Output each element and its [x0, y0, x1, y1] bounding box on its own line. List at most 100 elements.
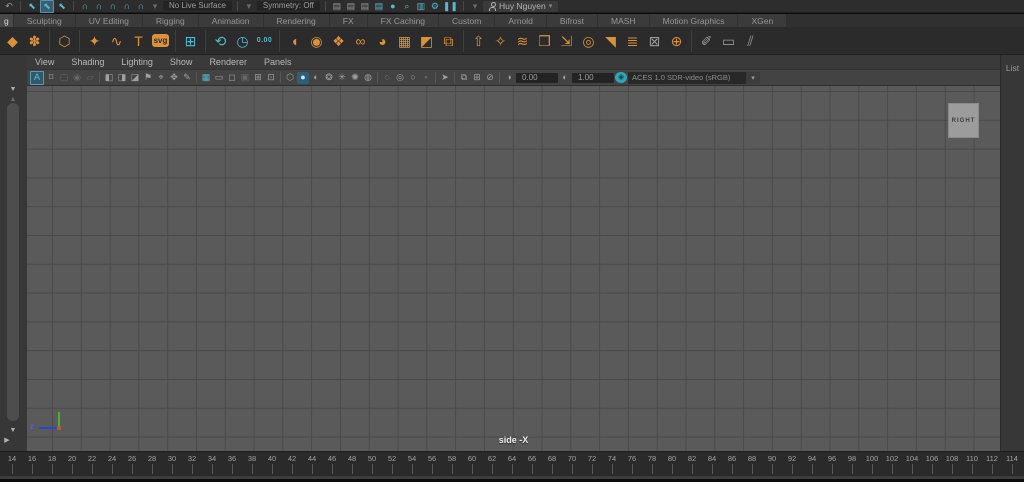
wireframe-on-shaded-icon[interactable]: ✳	[336, 72, 348, 84]
frame-88[interactable]: 88	[745, 454, 759, 474]
gamma-field[interactable]: 1.00	[572, 73, 614, 83]
render-setup-magnifier-icon[interactable]: ⌕	[401, 1, 413, 12]
frame-28[interactable]: 28	[145, 454, 159, 474]
frame-54[interactable]: 54	[405, 454, 419, 474]
isolate-select-icon[interactable]: ➤	[439, 72, 451, 84]
stacked-planes-icon[interactable]: ≣	[622, 30, 643, 52]
render-settings-icon[interactable]: ▤	[373, 1, 385, 12]
frame-38[interactable]: 38	[245, 454, 259, 474]
extrude-icon[interactable]: ⇧	[468, 30, 489, 52]
curve-squiggle-icon[interactable]: ∿	[106, 30, 127, 52]
zero-transform-icon[interactable]: 0.00	[254, 30, 275, 52]
select-mask-component-icon[interactable]: ⬉	[56, 1, 68, 12]
frame-70[interactable]: 70	[565, 454, 579, 474]
smooth-mesh-icon[interactable]: ◕	[372, 30, 393, 52]
shelf-tab-rendering[interactable]: Rendering	[264, 14, 329, 27]
time-slider[interactable]: 1416182022242628303234363840424446485052…	[0, 451, 1024, 476]
xray-icon[interactable]: ◌	[381, 72, 393, 84]
scroll-right-icon[interactable]: ▶	[0, 436, 14, 444]
pause-viewport-icon[interactable]: ❚❚	[443, 1, 458, 12]
toon-outline-icon[interactable]: ⚙	[429, 1, 441, 12]
frame-74[interactable]: 74	[605, 454, 619, 474]
grid-toggle-icon[interactable]: ▦	[200, 72, 212, 84]
flip-triangle-icon[interactable]: ◥	[600, 30, 621, 52]
snap-to-view-plane-icon[interactable]: ∩	[135, 1, 147, 12]
frame-86[interactable]: 86	[725, 454, 739, 474]
panel-menu-renderer[interactable]: Renderer	[209, 57, 247, 67]
type-tool-icon[interactable]: T	[128, 30, 149, 52]
polyhedron-icon[interactable]: ◆	[2, 30, 23, 52]
gamma-icon[interactable]: ◐	[559, 72, 571, 84]
panel-menu-show[interactable]: Show	[170, 57, 193, 67]
colorspace-icon[interactable]: ◉	[615, 72, 627, 83]
resolution-gate-icon[interactable]: ◻	[226, 72, 238, 84]
screen-slash-icon[interactable]: ⊘	[484, 72, 496, 84]
frame-78[interactable]: 78	[645, 454, 659, 474]
frame-104[interactable]: 104	[905, 454, 919, 474]
frame-108[interactable]: 108	[945, 454, 959, 474]
snap-to-curve-icon[interactable]: ∩	[93, 1, 105, 12]
frame-92[interactable]: 92	[785, 454, 799, 474]
frame-68[interactable]: 68	[545, 454, 559, 474]
shelf-tab-active-partial[interactable]: g	[0, 14, 13, 27]
frame-112[interactable]: 112	[985, 454, 999, 474]
transfer-attributes-icon[interactable]: ⇲	[556, 30, 577, 52]
frame-58[interactable]: 58	[445, 454, 459, 474]
panel-menu-panels[interactable]: Panels	[264, 57, 292, 67]
colorspace-dropdown[interactable]: ACES 1.0 SDR-video (sRGB)▾	[628, 72, 760, 84]
snapshot-add-icon[interactable]: ⊞	[471, 72, 483, 84]
image-plane-icon[interactable]: ▱	[84, 72, 96, 84]
frame-110[interactable]: 110	[965, 454, 979, 474]
reduce-mesh-icon[interactable]: ▦	[394, 30, 415, 52]
shelf-tab-animation[interactable]: Animation	[199, 14, 263, 27]
gate-mask-icon[interactable]: ▣	[239, 72, 251, 84]
shelf-tab-arnold[interactable]: Arnold	[495, 14, 546, 27]
frame-50[interactable]: 50	[365, 454, 379, 474]
frame-98[interactable]: 98	[845, 454, 859, 474]
frame-60[interactable]: 60	[465, 454, 479, 474]
symmetry-field[interactable]: Symmetry: Off	[257, 1, 320, 11]
frame-24[interactable]: 24	[105, 454, 119, 474]
camera-settings-icon[interactable]: ◪	[129, 72, 141, 84]
panel-menu-shading[interactable]: Shading	[71, 57, 104, 67]
right-panel-list-menu[interactable]: List	[1001, 63, 1024, 73]
shelf-tab-sculpting[interactable]: Sculpting	[14, 14, 75, 27]
frame-44[interactable]: 44	[305, 454, 319, 474]
select-mask-object-icon[interactable]: ⬉	[40, 0, 54, 13]
frame-114[interactable]: 114	[1005, 454, 1019, 474]
select-mask-hierarchy-icon[interactable]: ⬉	[26, 1, 38, 12]
frame-20[interactable]: 20	[65, 454, 79, 474]
panel-menu-lighting[interactable]: Lighting	[121, 57, 153, 67]
cube-primitive-icon[interactable]: ❒	[534, 30, 555, 52]
frame-64[interactable]: 64	[505, 454, 519, 474]
safe-action-icon[interactable]: ⊡	[265, 72, 277, 84]
scroll-up2-icon[interactable]: ▲	[6, 95, 20, 103]
bridge-icon[interactable]: ≋	[512, 30, 533, 52]
field-chart-icon[interactable]: ⊞	[252, 72, 264, 84]
multi-cut-icon[interactable]: ✐	[696, 30, 717, 52]
frame-82[interactable]: 82	[685, 454, 699, 474]
sweep-mesh-icon[interactable]: ⊞	[180, 30, 201, 52]
hypershade-icon[interactable]: ●	[387, 1, 399, 12]
edit-edge-flow-icon[interactable]: ▭	[718, 30, 739, 52]
viewport-3d-view[interactable]: RIGHT z side -X	[27, 86, 1000, 451]
frame-72[interactable]: 72	[585, 454, 599, 474]
center-pivot-clock-icon[interactable]: ◷	[232, 30, 253, 52]
ultra-shape-icon[interactable]: ✦	[84, 30, 105, 52]
frame-16[interactable]: 16	[25, 454, 39, 474]
camera-attributes-icon[interactable]: ▢	[58, 72, 70, 84]
frame-22[interactable]: 22	[85, 454, 99, 474]
render-current-frame-icon[interactable]: ▤	[345, 1, 357, 12]
snap-to-grid-icon[interactable]: ∩	[79, 1, 91, 12]
separate-icon[interactable]: ∞	[350, 30, 371, 52]
bookmark-flag-icon[interactable]: ⚑	[142, 72, 154, 84]
exposure-field[interactable]: 0.00	[516, 73, 558, 83]
frame-46[interactable]: 46	[325, 454, 339, 474]
exposure-icon[interactable]: ◑	[503, 72, 515, 84]
frame-36[interactable]: 36	[225, 454, 239, 474]
occlusion-circle-icon[interactable]: ○	[407, 72, 419, 84]
user-account-dropdown[interactable]: Huy Nguyen ▾	[483, 1, 558, 12]
frame-52[interactable]: 52	[385, 454, 399, 474]
caret-icon[interactable]: ▾	[469, 1, 481, 12]
look-through-camera-icon[interactable]: ◧	[103, 72, 115, 84]
